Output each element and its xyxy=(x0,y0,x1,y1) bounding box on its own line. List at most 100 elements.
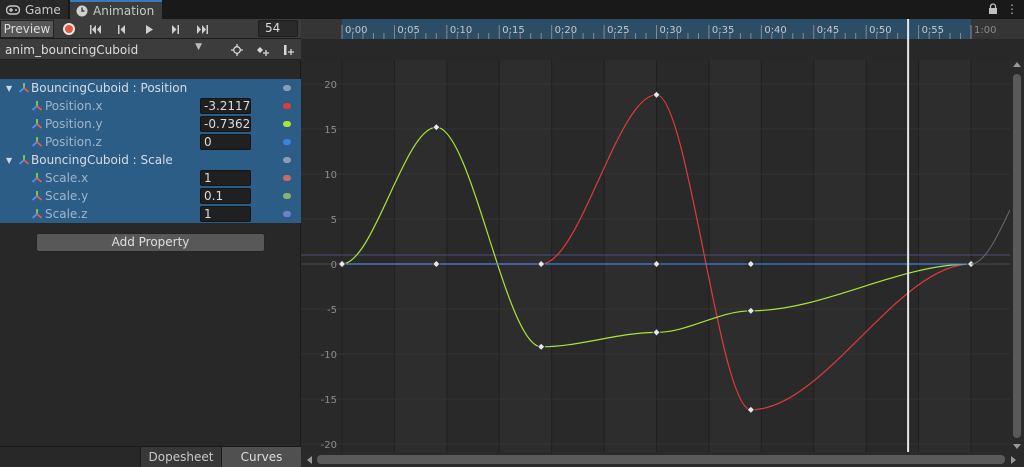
property-row[interactable]: Position.y -0.7362 xyxy=(0,115,301,133)
tab-game[interactable]: Game xyxy=(0,0,68,19)
property-list: ▼ BouncingCuboid : Position Position.x -3.2… xyxy=(0,79,301,223)
property-label: Position.x xyxy=(45,99,103,113)
ruler-tick-label: 1:00 xyxy=(974,25,996,36)
time-band xyxy=(394,60,447,452)
horizontal-scroll-thumb[interactable] xyxy=(317,455,1005,464)
scroll-up-arrow-icon[interactable] xyxy=(1013,62,1021,67)
step-back-icon xyxy=(118,24,125,34)
dopesheet-tab[interactable]: Dopesheet xyxy=(140,447,221,467)
curve-color-indicator[interactable] xyxy=(283,175,291,181)
scroll-left-arrow-icon[interactable] xyxy=(307,456,312,464)
transform-axis-icon xyxy=(31,101,43,111)
property-row[interactable]: Position.x -3.2117 xyxy=(0,97,301,115)
gamepad-icon xyxy=(6,4,20,15)
record-button[interactable] xyxy=(56,20,82,38)
record-icon xyxy=(63,23,75,35)
clip-name: anim_bouncingCuboid xyxy=(5,42,139,57)
y-axis-label: -5 xyxy=(327,305,337,316)
property-row[interactable]: Scale.z 1 xyxy=(0,205,301,223)
property-value-field[interactable]: -0.7362 xyxy=(200,116,251,132)
ruler-tick-label: 0:40 xyxy=(764,25,786,36)
transform-axis-icon xyxy=(18,83,30,93)
animation-properties-panel: Preview 54 anim_bouncingCuboid ▼ ▼ Bounc… xyxy=(0,19,301,467)
expand-arrow-icon[interactable]: ▼ xyxy=(6,156,12,165)
ruler-tick-label: 0:10 xyxy=(450,25,472,36)
first-keyframe-button[interactable] xyxy=(83,20,109,38)
post-wrap-curve xyxy=(970,209,1011,265)
y-axis-label: 5 xyxy=(331,215,337,226)
clip-dropdown[interactable]: anim_bouncingCuboid ▼ xyxy=(0,40,210,59)
add-property-button[interactable]: Add Property xyxy=(36,233,265,252)
curve-color-indicator[interactable] xyxy=(283,193,291,199)
group-indicator xyxy=(283,85,291,91)
scroll-down-arrow-icon[interactable] xyxy=(1013,444,1021,449)
time-ruler[interactable]: 0:00 0:05 0:10 0:15 0:20 0:25 0:30 0:35 0:40 0:45… xyxy=(301,19,1024,60)
tab-animation[interactable]: Animation xyxy=(70,0,162,19)
view-mode-bar: Dopesheet Curves xyxy=(0,446,301,467)
transform-axis-icon xyxy=(31,119,43,129)
curve-color-indicator[interactable] xyxy=(283,121,291,127)
ruler-tick-label: 0:15 xyxy=(502,25,524,36)
vertical-scroll-thumb[interactable] xyxy=(1013,74,1021,438)
tab-animation-label: Animation xyxy=(93,3,155,18)
property-row[interactable]: Position.z 0 xyxy=(0,133,301,151)
scroll-right-arrow-icon[interactable] xyxy=(1011,456,1016,464)
property-group-row[interactable]: ▼ BouncingCuboid : Scale xyxy=(0,151,301,169)
clock-icon xyxy=(76,5,88,16)
playback-toolbar: Preview 54 xyxy=(0,19,301,39)
transform-axis-icon xyxy=(31,137,43,147)
add-event-icon xyxy=(284,44,294,55)
curves-tab[interactable]: Curves xyxy=(221,447,301,467)
property-value-field[interactable]: 1 xyxy=(200,206,251,222)
ruler-tick-label: 0:00 xyxy=(345,25,367,36)
property-value-field[interactable]: -3.2117 xyxy=(200,98,251,114)
curve-color-indicator[interactable] xyxy=(283,139,291,145)
play-button[interactable] xyxy=(136,20,162,38)
property-row[interactable]: Scale.y 0.1 xyxy=(0,187,301,205)
property-label: BouncingCuboid : Position xyxy=(31,81,188,95)
preview-button[interactable]: Preview xyxy=(0,20,54,38)
timeline-ruler[interactable]: 0:00 0:05 0:10 0:15 0:20 0:25 0:30 0:35 0:40 0:45… xyxy=(301,19,1024,60)
skip-to-start-icon xyxy=(90,24,101,34)
y-axis-label: 15 xyxy=(324,125,337,136)
property-value-field[interactable]: 0.1 xyxy=(200,188,251,204)
y-axis-label: -20 xyxy=(321,440,337,451)
transform-axis-icon xyxy=(31,191,43,201)
time-band xyxy=(918,60,971,452)
time-band xyxy=(604,60,657,452)
curve-color-indicator[interactable] xyxy=(283,211,291,217)
vertical-scrollbar[interactable] xyxy=(1010,60,1024,452)
transform-axis-icon xyxy=(31,209,43,219)
y-axis-label: 20 xyxy=(324,80,337,91)
property-label: Position.z xyxy=(45,135,102,149)
property-label: Scale.z xyxy=(45,207,88,221)
add-event-button[interactable] xyxy=(277,40,301,59)
property-value-field[interactable]: 0 xyxy=(200,134,251,150)
last-keyframe-button[interactable] xyxy=(189,20,215,38)
step-forward-icon xyxy=(172,24,179,34)
filter-by-selection-button[interactable] xyxy=(225,40,249,59)
add-keyframe-button[interactable] xyxy=(251,40,275,59)
add-keyframe-icon xyxy=(257,46,269,56)
curve-color-indicator[interactable] xyxy=(283,103,291,109)
ruler-tick-label: 0:45 xyxy=(817,25,839,36)
next-keyframe-button[interactable] xyxy=(162,20,188,38)
y-axis-label: -15 xyxy=(321,395,337,406)
ruler-tick-label: 0:25 xyxy=(607,25,629,36)
clip-bar: anim_bouncingCuboid ▼ xyxy=(0,39,301,60)
time-band xyxy=(708,60,762,452)
lock-icon[interactable] xyxy=(988,3,998,15)
previous-keyframe-button[interactable] xyxy=(109,20,135,38)
curve-editor[interactable]: 20 15 10 5 0 -5 -10 -15 -20 xyxy=(301,60,1024,452)
expand-arrow-icon[interactable]: ▼ xyxy=(6,84,12,93)
curve-graph[interactable]: 20 15 10 5 0 -5 -10 -15 -20 xyxy=(301,60,1011,452)
property-row[interactable]: Scale.x 1 xyxy=(0,169,301,187)
property-group-row[interactable]: ▼ BouncingCuboid : Position xyxy=(0,79,301,97)
kebab-menu-icon[interactable]: ⋮ xyxy=(1006,2,1018,16)
ruler-tick-label: 0:05 xyxy=(397,25,419,36)
property-label: Position.y xyxy=(45,117,103,131)
frame-input[interactable]: 54 xyxy=(258,20,298,37)
property-value-field[interactable]: 1 xyxy=(200,170,251,186)
keyframe-handle[interactable] xyxy=(337,259,347,269)
horizontal-scrollbar[interactable] xyxy=(301,452,1024,467)
